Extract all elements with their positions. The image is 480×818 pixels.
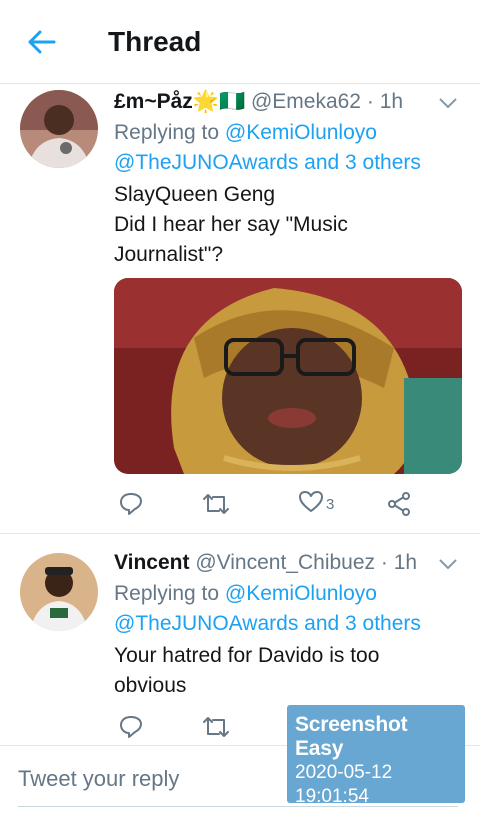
watermark-time: 19:01:54 <box>295 786 369 807</box>
tweet-actions: 3 <box>114 488 414 520</box>
tweet-text-line: Your hatred for Davido is too <box>114 644 380 667</box>
retweet-icon[interactable] <box>202 711 230 743</box>
handle[interactable]: @Vincent_Chibuez <box>195 551 375 574</box>
watermark-title: Screenshot Easy <box>295 713 408 760</box>
tweet-text-line: Did I hear her say "Music <box>114 213 348 236</box>
tweet-text-line: Journalist"? <box>114 243 224 266</box>
replying-prefix: Replying to <box>114 582 220 605</box>
chevron-down-icon[interactable] <box>438 96 458 110</box>
reply-icon[interactable] <box>118 488 144 520</box>
tweet-header: £m~Påz🌟🇳🇬 @Emeka62 · 1h <box>114 90 403 114</box>
mention-link[interactable]: @KemiOlunloyo <box>225 121 377 144</box>
replying-prefix: Replying to <box>114 121 220 144</box>
chevron-down-icon[interactable] <box>438 557 458 571</box>
tweet-text-line: obvious <box>114 674 187 697</box>
tweet-text: SlayQueen Geng Did I hear her say "Music… <box>114 180 454 270</box>
reply-icon[interactable] <box>118 711 144 743</box>
replying-to: Replying to @KemiOlunloyo @TheJUNOAwards… <box>114 579 464 639</box>
tweet-text-line: SlayQueen Geng <box>114 183 276 206</box>
retweet-icon[interactable] <box>202 488 230 520</box>
mention-link[interactable]: @KemiOlunloyo <box>225 582 377 605</box>
like-button[interactable]: 3 <box>298 488 334 520</box>
screenshot-watermark: Screenshot Easy 2020-05-12 19:01:54 <box>287 705 465 807</box>
thread-header: Thread <box>0 0 480 84</box>
separator: · <box>380 551 388 574</box>
name-emoji: 🌟🇳🇬 <box>192 90 246 113</box>
back-arrow-icon[interactable] <box>24 26 60 58</box>
share-icon[interactable] <box>386 488 412 520</box>
separator: · <box>366 90 374 113</box>
tweet-media-image[interactable] <box>114 278 462 474</box>
timestamp[interactable]: 1h <box>380 90 403 113</box>
heart-icon <box>298 489 324 520</box>
tweet-header: Vincent @Vincent_Chibuez · 1h <box>114 551 417 575</box>
tweet-text: Your hatred for Davido is too obvious <box>114 641 454 701</box>
display-name[interactable]: £m~Påz <box>114 90 193 113</box>
mention-link[interactable]: @TheJUNOAwards and 3 others <box>114 612 421 635</box>
like-count: 3 <box>326 495 335 513</box>
replying-to: Replying to @KemiOlunloyo @TheJUNOAwards… <box>114 118 464 178</box>
mention-link[interactable]: @TheJUNOAwards and 3 others <box>114 151 421 174</box>
timestamp[interactable]: 1h <box>394 551 417 574</box>
display-name[interactable]: Vincent <box>114 551 189 574</box>
avatar[interactable] <box>20 90 98 168</box>
page-title: Thread <box>108 26 202 57</box>
avatar[interactable] <box>20 553 98 631</box>
tweet[interactable]: £m~Påz🌟🇳🇬 @Emeka62 · 1h Replying to @Kem… <box>0 84 480 534</box>
watermark-date: 2020-05-12 <box>295 762 393 783</box>
handle[interactable]: @Emeka62 <box>251 90 361 113</box>
